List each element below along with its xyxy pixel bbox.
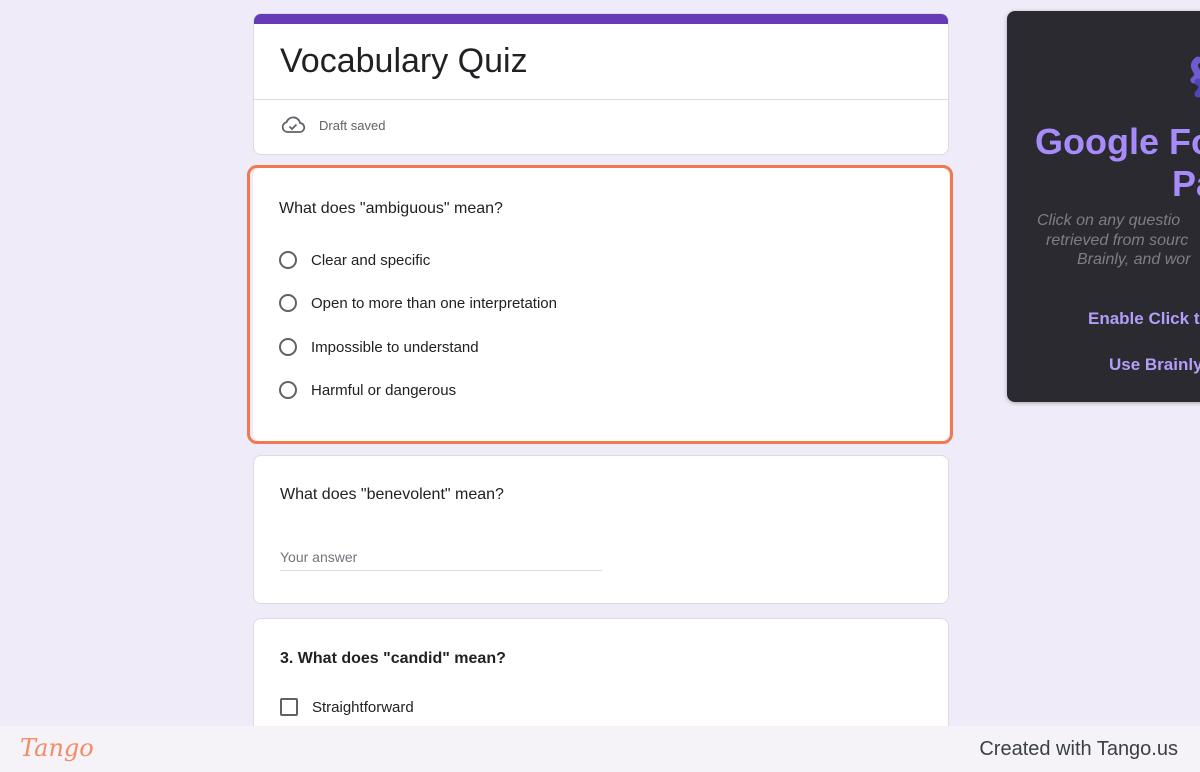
radio-button[interactable] (279, 338, 297, 356)
extension-panel: Google Fo Pa Click on any questio retrie… (1007, 11, 1200, 402)
use-brainly-link[interactable]: Use Brainly (1109, 355, 1200, 375)
radio-button[interactable] (279, 251, 297, 269)
tango-logo: Tango (20, 734, 94, 762)
enable-click-link[interactable]: Enable Click t (1088, 309, 1199, 329)
description-line: retrieved from sourc (1046, 231, 1189, 249)
form-header-card: Vocabulary Quiz Draft saved (253, 13, 949, 155)
option-label: Impossible to understand (311, 338, 479, 356)
cloud-check-icon (280, 114, 306, 136)
question-title: What does "benevolent" mean? (280, 486, 504, 503)
tango-footer: Tango Created with Tango.us (0, 726, 1200, 772)
checkbox[interactable] (280, 698, 298, 716)
draft-saved-label: Draft saved (319, 117, 386, 133)
radio-option[interactable]: Harmful or dangerous (279, 381, 456, 399)
radio-option[interactable]: Open to more than one interpretation (279, 294, 557, 312)
extension-title-line: Google Fo (1035, 121, 1200, 162)
question-card-2[interactable]: What does "benevolent" mean? (253, 455, 949, 604)
question-card-1[interactable]: What does "ambiguous" mean? Clear and sp… (253, 168, 949, 441)
radio-button[interactable] (279, 294, 297, 312)
description-line: Click on any questio (1037, 212, 1181, 229)
radio-button[interactable] (279, 381, 297, 399)
extension-logo-icon (1188, 56, 1200, 105)
short-answer-input[interactable] (280, 544, 602, 571)
page: Vocabulary Quiz Draft saved What does "a… (0, 0, 1200, 772)
question-title: What does "ambiguous" mean? (279, 200, 503, 217)
draft-status: Draft saved (280, 114, 385, 136)
form-accent-bar (254, 14, 948, 24)
radio-option[interactable]: Clear and specific (279, 251, 430, 269)
extension-title: Google Fo Pa (1035, 121, 1200, 205)
option-label: Straightforward (312, 698, 414, 716)
option-label: Open to more than one interpretation (311, 294, 557, 312)
tango-credit: Created with Tango.us (979, 738, 1178, 760)
header-divider (254, 99, 948, 100)
extension-title-line: Pa (1172, 163, 1200, 204)
radio-option[interactable]: Impossible to understand (279, 338, 479, 356)
extension-description: Click on any questio retrieved from sour… (1037, 211, 1200, 270)
checkbox-option[interactable]: Straightforward (280, 698, 414, 716)
question-title: 3. What does "candid" mean? (280, 650, 506, 667)
option-label: Clear and specific (311, 251, 431, 269)
description-line: Brainly, and wor (1077, 251, 1191, 268)
option-label: Harmful or dangerous (311, 381, 457, 399)
form-title[interactable]: Vocabulary Quiz (280, 42, 528, 81)
